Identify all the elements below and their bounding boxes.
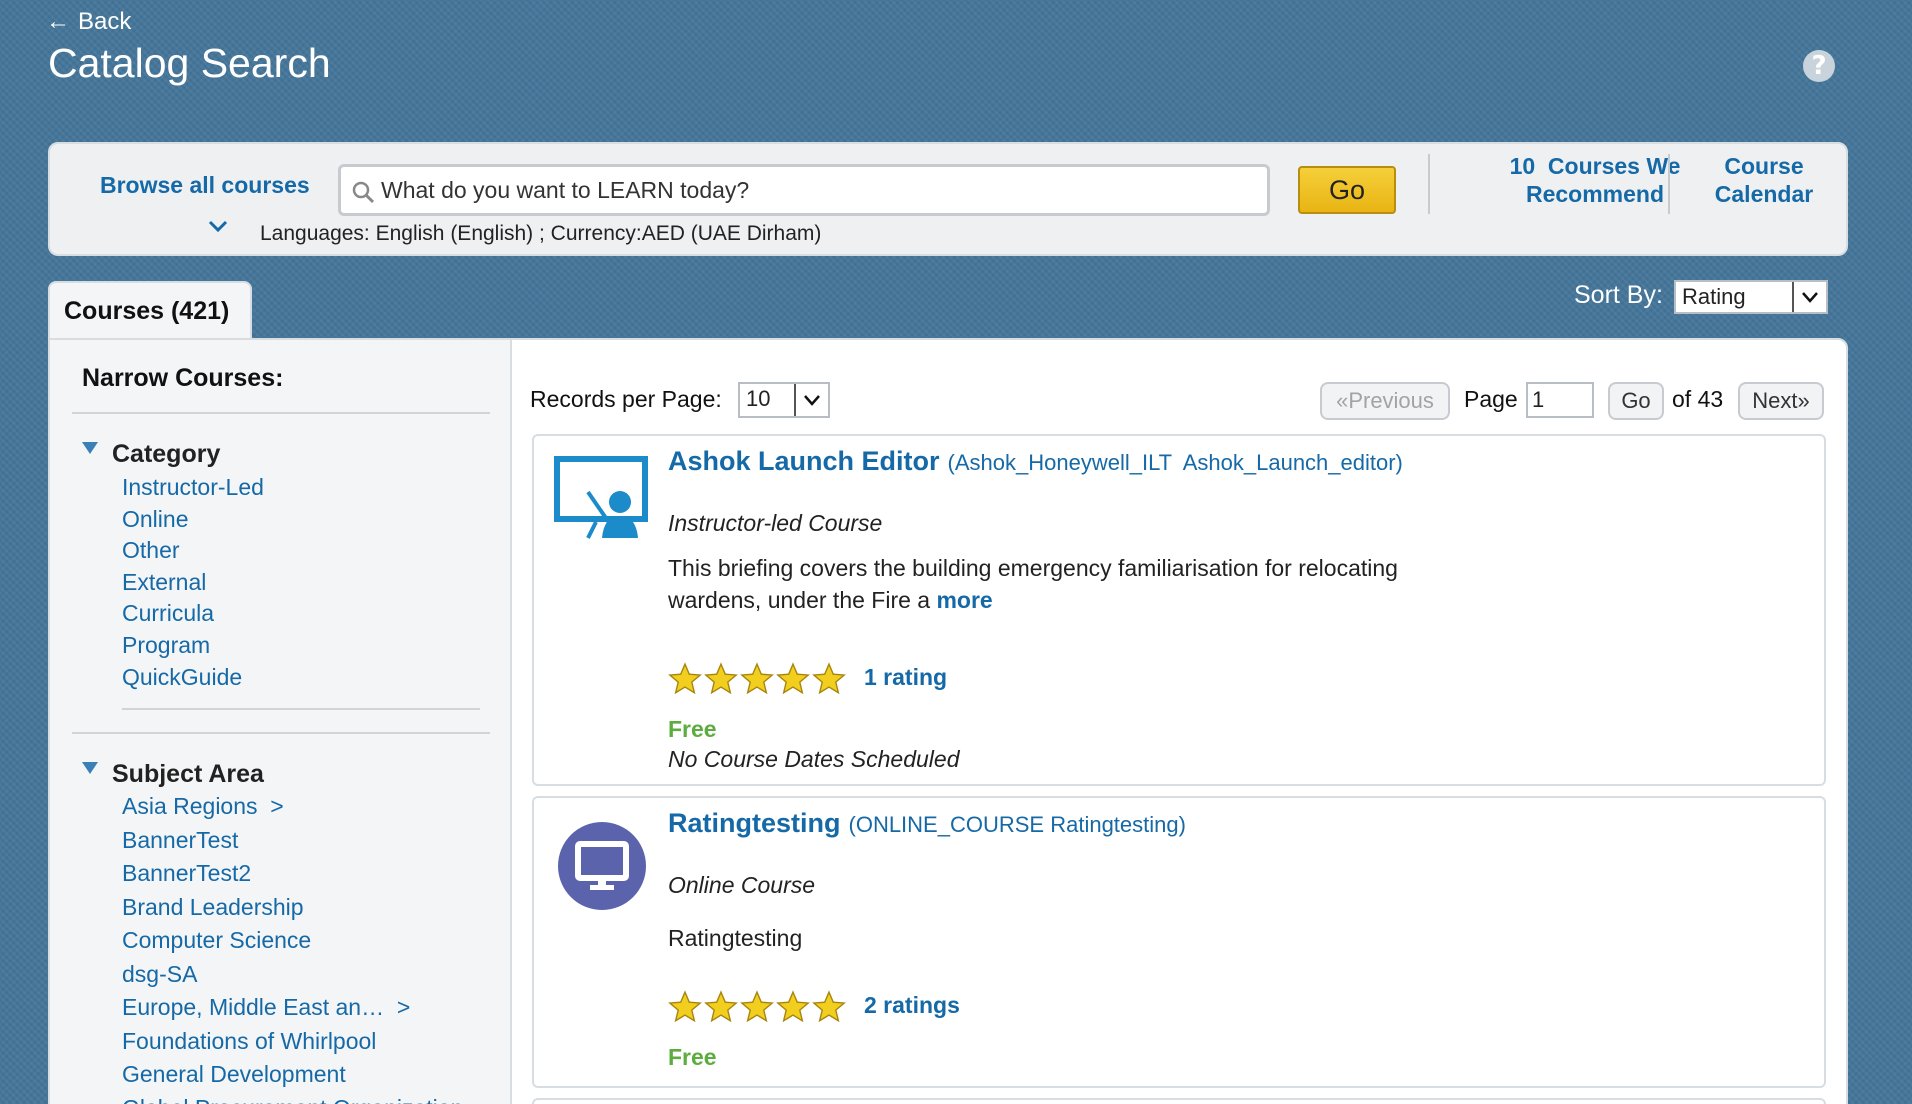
language-currency-info: Languages: English (English) ; Currency:… [260, 222, 822, 245]
records-per-page-select[interactable]: 10 [738, 382, 830, 418]
star-rating [668, 990, 846, 1024]
subject-item[interactable]: Brand Leadership [122, 891, 462, 925]
course-title: Ashok Launch Editor [668, 446, 940, 476]
course-type: Online Course [668, 872, 816, 898]
subject-item[interactable]: General Development [122, 1058, 462, 1092]
star-icon [740, 662, 774, 695]
star-icon [704, 662, 738, 695]
search-input[interactable] [381, 167, 1261, 213]
category-item[interactable]: Program [122, 630, 264, 662]
course-code: (ONLINE_COURSE Ratingtesting) [848, 812, 1186, 837]
sort-by-select[interactable]: Rating [1674, 280, 1828, 314]
collapse-triangle-icon[interactable] [82, 762, 98, 776]
help-icon[interactable]: ? [1803, 50, 1835, 82]
chevron-down-icon[interactable] [208, 216, 228, 236]
instructor-led-icon [554, 456, 648, 539]
subject-item[interactable]: dsg-SA [122, 958, 462, 992]
main-panel: Narrow Courses: Category Instructor-Led … [48, 338, 1848, 1104]
subject-item[interactable]: BannerTest [122, 824, 462, 858]
divider [122, 708, 480, 710]
subject-item[interactable]: Foundations of Whirlpool [122, 1025, 462, 1059]
divider [1668, 154, 1670, 214]
star-icon [740, 990, 774, 1023]
course-price: Free [668, 1044, 717, 1070]
category-item[interactable]: Other [122, 535, 264, 567]
category-item[interactable]: Instructor-Led [122, 472, 264, 504]
subject-item[interactable]: Computer Science [122, 924, 462, 958]
rating-count-link[interactable]: 1 rating [864, 664, 947, 691]
course-calendar-line1: Course [1724, 153, 1804, 179]
subject-item[interactable]: Global Procurement Organization [122, 1092, 462, 1104]
subject-area-list: Asia Regions > BannerTest BannerTest2 Br… [122, 790, 462, 1104]
collapse-triangle-icon[interactable] [82, 442, 98, 456]
next-page-button[interactable]: Next» [1738, 382, 1824, 420]
tab-courses[interactable]: Courses (421) [48, 281, 252, 339]
subject-item[interactable]: Asia Regions > [122, 790, 462, 824]
page-number-input[interactable] [1526, 382, 1594, 418]
category-item[interactable]: Online [122, 504, 264, 536]
search-box [338, 164, 1270, 216]
records-per-page-label: Records per Page: [530, 386, 722, 412]
online-course-icon [558, 822, 646, 910]
course-calendar-line2: Calendar [1714, 181, 1814, 207]
previous-page-button[interactable]: «Previous [1320, 382, 1450, 420]
course-title: Ratingtesting [668, 808, 841, 838]
dropdown-arrow-icon [1792, 282, 1826, 312]
course-description: Ratingtesting [668, 925, 803, 951]
star-icon [668, 990, 702, 1023]
course-dates: No Course Dates Scheduled [668, 746, 960, 772]
category-list: Instructor-Led Online Other External Cur… [122, 472, 264, 693]
course-card: Ratingtesting (ONLINE_COURSE Ratingtestin… [532, 796, 1826, 1088]
narrow-courses-sidebar: Narrow Courses: Category Instructor-Led … [50, 340, 512, 1104]
star-icon [776, 662, 810, 695]
sort-by-label: Sort By: [1574, 281, 1663, 309]
course-code: (Ashok_Honeywell_ILT Ashok_Launch_editor… [947, 450, 1403, 475]
page-go-button[interactable]: Go [1608, 382, 1664, 420]
course-price: Free [668, 716, 717, 742]
course-title-link[interactable]: Ratingtesting (ONLINE_COURSE Ratingtestin… [668, 808, 1186, 839]
star-icon [704, 990, 738, 1023]
course-description: This briefing covers the building emerge… [668, 552, 1488, 616]
course-card: Ashok Launch Editor (Ashok_Honeywell_ILT … [532, 434, 1826, 786]
back-arrow-icon: ← [46, 8, 70, 35]
rating-count-link[interactable]: 2 ratings [864, 992, 960, 1019]
page-label: Page [1464, 386, 1518, 412]
divider [72, 412, 490, 414]
more-link[interactable]: more [936, 587, 992, 613]
back-label: Back [78, 8, 132, 35]
subject-item[interactable]: Europe, Middle East an… > [122, 991, 462, 1025]
course-description-line: wardens, under the Fire a more [668, 587, 993, 613]
category-item[interactable]: External [122, 567, 264, 599]
facet-category-title[interactable]: Category [112, 440, 220, 469]
star-icon [812, 990, 846, 1023]
total-pages-label: of 43 [1672, 386, 1724, 412]
star-icon [812, 662, 846, 695]
star-icon [668, 662, 702, 695]
course-description-line: This briefing covers the building emerge… [668, 555, 1398, 581]
divider [72, 732, 490, 734]
browse-all-courses-link[interactable]: Browse all courses [100, 172, 310, 199]
subject-item[interactable]: BannerTest2 [122, 857, 462, 891]
course-title-link[interactable]: Ashok Launch Editor (Ashok_Honeywell_ILT … [668, 446, 1403, 477]
course-type: Instructor-led Course [668, 510, 883, 536]
search-icon [352, 181, 375, 204]
dropdown-arrow-icon [794, 384, 828, 416]
star-rating [668, 662, 846, 696]
search-go-button[interactable]: Go [1298, 166, 1396, 214]
course-calendar-link[interactable]: Course Calendar [1690, 152, 1838, 208]
search-panel: Browse all courses Go Languages: English… [48, 142, 1848, 256]
course-card [532, 1098, 1826, 1104]
category-item[interactable]: Curricula [122, 598, 264, 630]
course-results: Records per Page: 10 «Previous Page Go o… [512, 340, 1846, 1104]
divider [1428, 154, 1430, 214]
star-icon [776, 990, 810, 1023]
page-title: Catalog Search [48, 40, 331, 86]
category-item[interactable]: QuickGuide [122, 662, 264, 694]
sort-by-value: Rating [1682, 284, 1746, 309]
records-per-page-value: 10 [746, 386, 771, 411]
facet-subject-area-title[interactable]: Subject Area [112, 760, 264, 789]
back-link[interactable]: ← Back [46, 8, 131, 36]
narrow-courses-title: Narrow Courses: [82, 364, 284, 392]
